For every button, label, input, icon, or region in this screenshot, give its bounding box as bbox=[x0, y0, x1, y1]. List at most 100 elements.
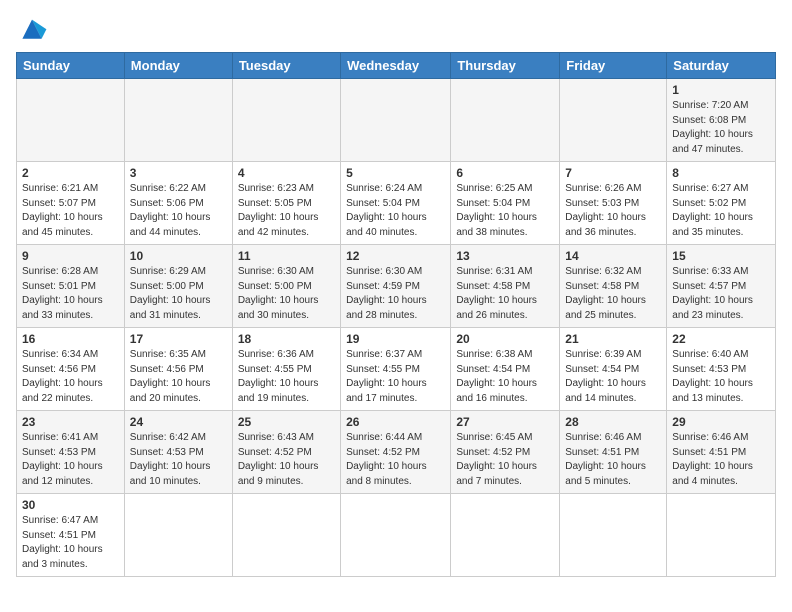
calendar-week-row: 2 Sunrise: 6:21 AM Sunset: 5:07 PM Daylig… bbox=[17, 162, 776, 245]
calendar-cell: 21Sunrise: 6:39 AM Sunset: 4:54 PM Dayli… bbox=[560, 328, 667, 411]
day-number: 25 bbox=[238, 415, 335, 429]
calendar-week-row: 30 Sunrise: 6:47 AM Sunset: 4:51 PM Dayli… bbox=[17, 494, 776, 577]
day-number: 27 bbox=[456, 415, 554, 429]
day-info: Sunrise: 6:42 AM Sunset: 4:53 PM Dayligh… bbox=[130, 431, 227, 489]
calendar-cell bbox=[124, 494, 232, 577]
calendar-cell bbox=[667, 494, 776, 577]
calendar-cell bbox=[124, 79, 232, 162]
calendar-cell: 26 Sunrise: 6:44 AM Sunset: 4:52 PM Dayli… bbox=[341, 411, 451, 494]
calendar-cell: 17 Sunrise: 6:35 AM Sunset: 4:56 PM Dayli… bbox=[124, 328, 232, 411]
calendar-day-header: Monday bbox=[124, 53, 232, 79]
calendar-cell bbox=[560, 494, 667, 577]
day-info: Sunrise: 6:37 AM Sunset: 4:55 PM Dayligh… bbox=[346, 348, 445, 406]
calendar-cell bbox=[341, 79, 451, 162]
day-number: 5 bbox=[346, 166, 445, 180]
day-number: 28 bbox=[565, 415, 661, 429]
calendar-cell: 22 Sunrise: 6:40 AM Sunset: 4:53 PM Dayli… bbox=[667, 328, 776, 411]
day-info: Sunrise: 6:27 AM Sunset: 5:02 PM Dayligh… bbox=[672, 182, 770, 240]
day-number: 30 bbox=[22, 498, 119, 512]
day-number: 2 bbox=[22, 166, 119, 180]
page-header bbox=[16, 16, 776, 44]
day-number: 6 bbox=[456, 166, 554, 180]
day-number: 13 bbox=[456, 249, 554, 263]
calendar-cell bbox=[451, 494, 560, 577]
day-info: Sunrise: 7:20 AM Sunset: 6:08 PM Dayligh… bbox=[672, 99, 770, 157]
calendar-cell: 10Sunrise: 6:29 AM Sunset: 5:00 PM Dayli… bbox=[124, 245, 232, 328]
calendar-day-header: Wednesday bbox=[341, 53, 451, 79]
calendar-cell: 27Sunrise: 6:45 AM Sunset: 4:52 PM Dayli… bbox=[451, 411, 560, 494]
day-info: Sunrise: 6:30 AM Sunset: 5:00 PM Dayligh… bbox=[238, 265, 335, 323]
day-info: Sunrise: 6:23 AM Sunset: 5:05 PM Dayligh… bbox=[238, 182, 335, 240]
calendar-cell: 16Sunrise: 6:34 AM Sunset: 4:56 PM Dayli… bbox=[17, 328, 125, 411]
day-number: 18 bbox=[238, 332, 335, 346]
calendar-table: SundayMondayTuesdayWednesdayThursdayFrid… bbox=[16, 52, 776, 577]
day-number: 9 bbox=[22, 249, 119, 263]
logo-icon bbox=[16, 16, 48, 44]
day-info: Sunrise: 6:44 AM Sunset: 4:52 PM Dayligh… bbox=[346, 431, 445, 489]
calendar-cell: 9 Sunrise: 6:28 AM Sunset: 5:01 PM Daylig… bbox=[17, 245, 125, 328]
calendar-cell: 8 Sunrise: 6:27 AM Sunset: 5:02 PM Daylig… bbox=[667, 162, 776, 245]
day-number: 3 bbox=[130, 166, 227, 180]
day-number: 11 bbox=[238, 249, 335, 263]
calendar-cell: 29 Sunrise: 6:46 AM Sunset: 4:51 PM Dayli… bbox=[667, 411, 776, 494]
day-number: 24 bbox=[130, 415, 227, 429]
day-info: Sunrise: 6:47 AM Sunset: 4:51 PM Dayligh… bbox=[22, 514, 119, 572]
calendar-cell: 3 Sunrise: 6:22 AM Sunset: 5:06 PM Daylig… bbox=[124, 162, 232, 245]
day-info: Sunrise: 6:30 AM Sunset: 4:59 PM Dayligh… bbox=[346, 265, 445, 323]
day-number: 26 bbox=[346, 415, 445, 429]
day-number: 17 bbox=[130, 332, 227, 346]
calendar-cell bbox=[232, 79, 340, 162]
calendar-header-row: SundayMondayTuesdayWednesdayThursdayFrid… bbox=[17, 53, 776, 79]
calendar-cell: 5 Sunrise: 6:24 AM Sunset: 5:04 PM Daylig… bbox=[341, 162, 451, 245]
day-number: 19 bbox=[346, 332, 445, 346]
calendar-week-row: 16Sunrise: 6:34 AM Sunset: 4:56 PM Dayli… bbox=[17, 328, 776, 411]
day-info: Sunrise: 6:28 AM Sunset: 5:01 PM Dayligh… bbox=[22, 265, 119, 323]
calendar-cell bbox=[451, 79, 560, 162]
day-number: 20 bbox=[456, 332, 554, 346]
calendar-day-header: Sunday bbox=[17, 53, 125, 79]
calendar-cell: 11 Sunrise: 6:30 AM Sunset: 5:00 PM Dayli… bbox=[232, 245, 340, 328]
calendar-cell: 20 Sunrise: 6:38 AM Sunset: 4:54 PM Dayli… bbox=[451, 328, 560, 411]
calendar-cell: 24 Sunrise: 6:42 AM Sunset: 4:53 PM Dayli… bbox=[124, 411, 232, 494]
day-number: 29 bbox=[672, 415, 770, 429]
day-info: Sunrise: 6:36 AM Sunset: 4:55 PM Dayligh… bbox=[238, 348, 335, 406]
day-info: Sunrise: 6:34 AM Sunset: 4:56 PM Dayligh… bbox=[22, 348, 119, 406]
calendar-cell bbox=[341, 494, 451, 577]
day-info: Sunrise: 6:46 AM Sunset: 4:51 PM Dayligh… bbox=[672, 431, 770, 489]
calendar-cell: 19 Sunrise: 6:37 AM Sunset: 4:55 PM Dayli… bbox=[341, 328, 451, 411]
calendar-cell: 18 Sunrise: 6:36 AM Sunset: 4:55 PM Dayli… bbox=[232, 328, 340, 411]
day-number: 1 bbox=[672, 83, 770, 97]
day-info: Sunrise: 6:24 AM Sunset: 5:04 PM Dayligh… bbox=[346, 182, 445, 240]
calendar-day-header: Friday bbox=[560, 53, 667, 79]
day-number: 23 bbox=[22, 415, 119, 429]
calendar-cell: 4 Sunrise: 6:23 AM Sunset: 5:05 PM Daylig… bbox=[232, 162, 340, 245]
calendar-day-header: Thursday bbox=[451, 53, 560, 79]
calendar-week-row: 1 Sunrise: 7:20 AM Sunset: 6:08 PM Daylig… bbox=[17, 79, 776, 162]
day-number: 4 bbox=[238, 166, 335, 180]
day-number: 12 bbox=[346, 249, 445, 263]
calendar-cell: 25 Sunrise: 6:43 AM Sunset: 4:52 PM Dayli… bbox=[232, 411, 340, 494]
calendar-cell: 7Sunrise: 6:26 AM Sunset: 5:03 PM Daylig… bbox=[560, 162, 667, 245]
day-info: Sunrise: 6:43 AM Sunset: 4:52 PM Dayligh… bbox=[238, 431, 335, 489]
day-number: 22 bbox=[672, 332, 770, 346]
day-number: 10 bbox=[130, 249, 227, 263]
day-number: 21 bbox=[565, 332, 661, 346]
day-info: Sunrise: 6:25 AM Sunset: 5:04 PM Dayligh… bbox=[456, 182, 554, 240]
calendar-cell: 12 Sunrise: 6:30 AM Sunset: 4:59 PM Dayli… bbox=[341, 245, 451, 328]
day-info: Sunrise: 6:35 AM Sunset: 4:56 PM Dayligh… bbox=[130, 348, 227, 406]
calendar-cell: 1 Sunrise: 7:20 AM Sunset: 6:08 PM Daylig… bbox=[667, 79, 776, 162]
day-info: Sunrise: 6:40 AM Sunset: 4:53 PM Dayligh… bbox=[672, 348, 770, 406]
calendar-week-row: 9 Sunrise: 6:28 AM Sunset: 5:01 PM Daylig… bbox=[17, 245, 776, 328]
calendar-day-header: Tuesday bbox=[232, 53, 340, 79]
day-number: 8 bbox=[672, 166, 770, 180]
logo bbox=[16, 16, 52, 44]
day-info: Sunrise: 6:41 AM Sunset: 4:53 PM Dayligh… bbox=[22, 431, 119, 489]
calendar-cell: 6 Sunrise: 6:25 AM Sunset: 5:04 PM Daylig… bbox=[451, 162, 560, 245]
calendar-cell: 13Sunrise: 6:31 AM Sunset: 4:58 PM Dayli… bbox=[451, 245, 560, 328]
calendar-cell: 15Sunrise: 6:33 AM Sunset: 4:57 PM Dayli… bbox=[667, 245, 776, 328]
day-info: Sunrise: 6:22 AM Sunset: 5:06 PM Dayligh… bbox=[130, 182, 227, 240]
calendar-cell bbox=[17, 79, 125, 162]
calendar-cell bbox=[232, 494, 340, 577]
day-info: Sunrise: 6:21 AM Sunset: 5:07 PM Dayligh… bbox=[22, 182, 119, 240]
day-info: Sunrise: 6:38 AM Sunset: 4:54 PM Dayligh… bbox=[456, 348, 554, 406]
